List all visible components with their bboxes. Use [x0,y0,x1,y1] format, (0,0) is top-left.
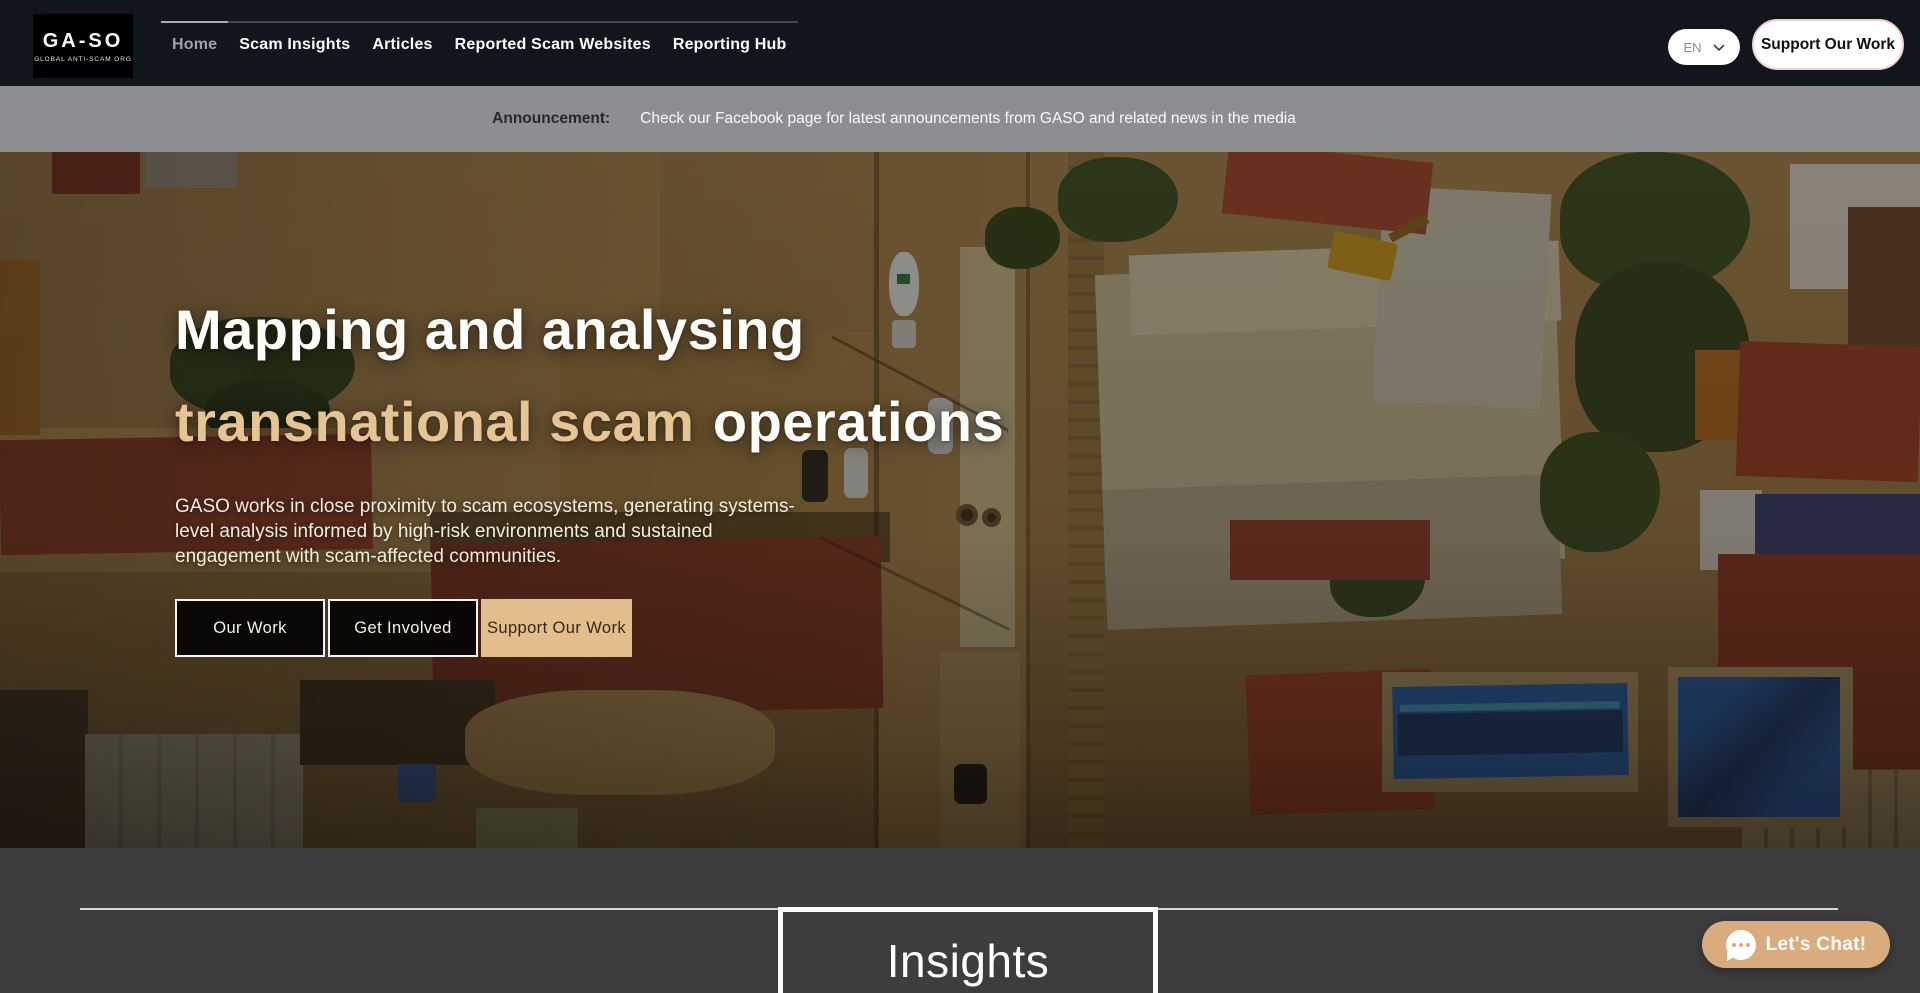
gaso-logo[interactable]: GA-SO GLOBAL ANTI-SCAM ORG [33,14,133,78]
lets-chat-button[interactable]: Let's Chat! [1702,921,1890,968]
insights-title-box: Insights [778,907,1158,993]
language-selected: EN [1683,40,1701,55]
top-navbar: GA-SO GLOBAL ANTI-SCAM ORG Home Scam Ins… [0,0,1920,86]
announcement-bar: Announcement: Check our Facebook page fo… [0,86,1920,152]
nav-item-scam-insights[interactable]: Scam Insights [228,23,361,54]
chevron-down-icon [1713,44,1725,51]
hero-heading-line2: transnational scam operations [175,390,1004,454]
chat-bubble-icon [1726,930,1756,960]
main-nav: Home Scam Insights Articles Reported Sca… [161,21,798,54]
our-work-button[interactable]: Our Work [175,599,325,657]
nav-item-articles[interactable]: Articles [361,23,443,54]
logo-tagline: GLOBAL ANTI-SCAM ORG [34,56,132,63]
hero-content: Mapping and analysing transnational scam… [175,298,1004,657]
hero-description: GASO works in close proximity to scam ec… [175,494,823,569]
hero-section: Mapping and analysing transnational scam… [0,152,1920,848]
hero-heading-rest: operations [713,390,1004,453]
chat-label: Let's Chat! [1766,934,1867,956]
support-our-work-button[interactable]: Support Our Work [1752,19,1904,70]
hero-buttons: Our Work Get Involved Support Our Work [175,599,1004,657]
nav-item-reported-scam-websites[interactable]: Reported Scam Websites [444,23,662,54]
hero-heading-line1: Mapping and analysing [175,298,1004,362]
announcement-label: Announcement: [492,110,610,128]
language-selector[interactable]: EN [1668,29,1740,65]
logo-name: GA-SO [43,30,124,53]
announcement-content: Announcement: Check our Facebook page fo… [492,110,1296,128]
nav-item-home[interactable]: Home [161,23,228,54]
nav-item-reporting-hub[interactable]: Reporting Hub [662,23,798,54]
support-our-work-hero-button[interactable]: Support Our Work [481,599,632,657]
insights-title: Insights [887,934,1050,988]
get-involved-button[interactable]: Get Involved [328,599,478,657]
hero-heading-accent: transnational scam [175,390,694,453]
insights-section: Insights [0,848,1920,993]
announcement-message: Check our Facebook page for latest annou… [640,110,1296,128]
